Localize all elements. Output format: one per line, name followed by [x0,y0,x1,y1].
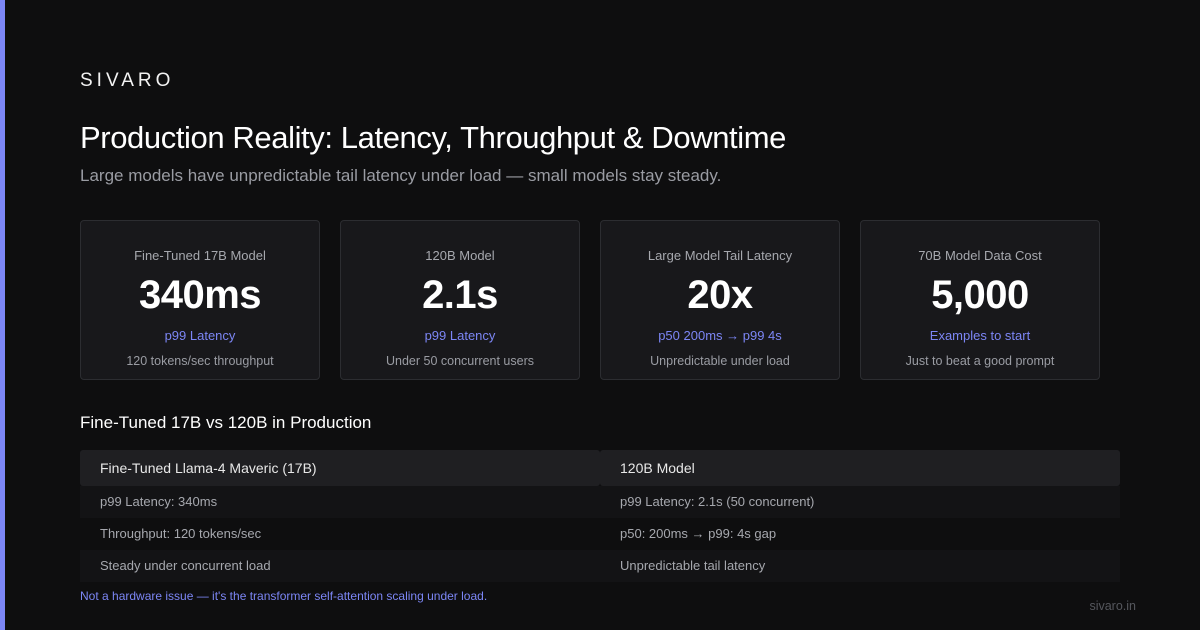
stat-note: 120 tokens/sec throughput [126,354,274,368]
stat-note: Under 50 concurrent users [386,354,534,368]
stat-card-tail-latency: Large Model Tail Latency 20x p50 200ms →… [600,220,840,380]
accent-bar [0,0,5,630]
brand-logo: SIVARO [80,70,175,91]
table-row: p50: 200ms → p99: 4s gap [620,526,777,541]
page-title: Production Reality: Latency, Throughput … [80,120,787,155]
column-header: Fine-Tuned Llama-4 Maveric (17B) [80,450,600,486]
stat-label: Large Model Tail Latency [647,248,793,263]
stat-accent: p99 Latency [424,328,496,343]
stat-accent: p99 Latency [164,328,236,343]
stat-label: 70B Model Data Cost [918,248,1042,263]
stat-note: Unpredictable under load [650,354,790,368]
stat-card-120b: 120B Model 2.1s p99 Latency Under 50 con… [340,220,580,380]
stat-value: 20x [687,273,753,317]
stat-value: 340ms [138,273,262,317]
table-row: p99 Latency: 2.1s (50 concurrent) [600,486,1120,518]
stat-note: Just to beat a good prompt [905,354,1055,368]
comparison-column-17b: Fine-Tuned Llama-4 Maveric (17B) p99 Lat… [80,450,600,582]
stat-label: Fine-Tuned 17B Model [134,248,266,263]
page-subtitle: Large models have unpredictable tail lat… [80,166,722,185]
stat-accent: Examples to start [929,328,1031,343]
comparison-column-120b: 120B Model p99 Latency: 2.1s (50 concurr… [600,450,1120,582]
stat-card-17b: Fine-Tuned 17B Model 340ms p99 Latency 1… [80,220,320,380]
table-row: Unpredictable tail latency [600,550,1120,582]
stat-value: 5,000 [931,273,1029,317]
stats-row: Fine-Tuned 17B Model 340ms p99 Latency 1… [80,220,1100,380]
table-row: p99 Latency: 340ms [80,486,600,518]
site-domain: sivaro.in [1089,599,1136,613]
stat-label: 120B Model [425,248,495,263]
table-row: Throughput: 120 tokens/sec [100,526,262,541]
comparison-table: Fine-Tuned Llama-4 Maveric (17B) p99 Lat… [80,450,1120,582]
footnote: Not a hardware issue — it's the transfor… [80,589,488,603]
comparison-title: Fine-Tuned 17B vs 120B in Production [80,413,372,432]
stat-value: 2.1s [422,273,498,317]
table-row: Steady under concurrent load [80,550,600,582]
column-header: 120B Model [600,450,1120,486]
stat-accent: p50 200ms → p99 4s [658,328,782,343]
stat-card-data-cost: 70B Model Data Cost 5,000 Examples to st… [860,220,1100,380]
